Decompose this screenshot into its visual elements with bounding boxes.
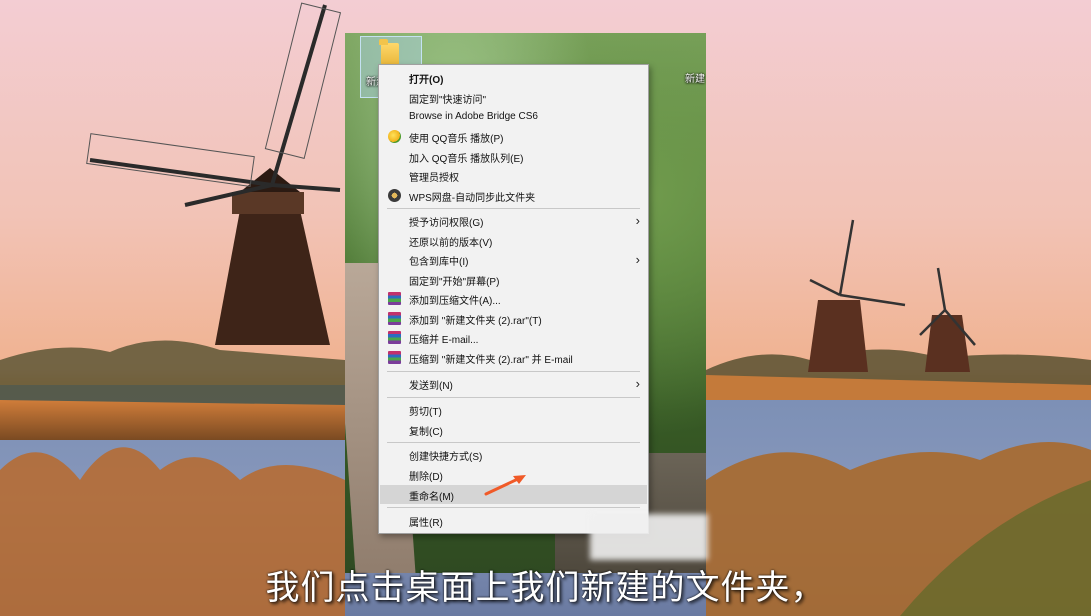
menu-item-label: Browse in Adobe Bridge CS6 bbox=[409, 111, 538, 122]
menu-item-send-to[interactable]: 发送到(N) › bbox=[380, 374, 647, 393]
menu-item-grant-access[interactable]: 授予访问权限(G) › bbox=[380, 211, 647, 230]
menu-item-label: 固定到"快速访问" bbox=[409, 95, 487, 106]
pointer-arrow-icon bbox=[484, 475, 526, 496]
menu-item-open[interactable]: 打开(O) bbox=[380, 68, 647, 87]
menu-item-pin-start[interactable]: 固定到"开始"屏幕(P) bbox=[380, 270, 647, 289]
menu-separator bbox=[387, 371, 640, 372]
menu-item-compress-rar-email[interactable]: 压缩到 "新建文件夹 (2).rar" 并 E-mail bbox=[380, 348, 647, 367]
blurred-watermark bbox=[590, 514, 708, 560]
menu-item-compress-email[interactable]: 压缩并 E-mail... bbox=[380, 328, 647, 347]
menu-item-pin-quick-access[interactable]: 固定到"快速访问" bbox=[380, 88, 647, 107]
menu-item-label: 管理员授权 bbox=[409, 173, 459, 184]
winrar-icon bbox=[388, 331, 401, 344]
menu-item-label: 授予访问权限(G) bbox=[409, 218, 484, 229]
menu-item-admin-authorize[interactable]: 管理员授权 bbox=[380, 166, 647, 185]
winrar-icon bbox=[388, 292, 401, 305]
menu-separator bbox=[387, 208, 640, 209]
menu-item-adobe-bridge[interactable]: Browse in Adobe Bridge CS6 bbox=[380, 108, 647, 127]
menu-separator bbox=[387, 442, 640, 443]
chevron-right-icon: › bbox=[635, 213, 640, 228]
menu-item-add-archive[interactable]: 添加到压缩文件(A)... bbox=[380, 289, 647, 308]
chevron-right-icon: › bbox=[635, 376, 640, 391]
menu-item-wps-sync[interactable]: WPS网盘-自动同步此文件夹 bbox=[380, 186, 647, 205]
menu-item-label: 属性(R) bbox=[409, 518, 443, 529]
menu-item-label: 压缩并 E-mail... bbox=[409, 335, 479, 346]
menu-item-label: 剪切(T) bbox=[409, 407, 442, 418]
menu-item-label: 添加到 "新建文件夹 (2).rar"(T) bbox=[409, 316, 542, 327]
video-subtitle: 我们点击桌面上我们新建的文件夹， bbox=[265, 568, 826, 608]
menu-item-label: 压缩到 "新建文件夹 (2).rar" 并 E-mail bbox=[409, 355, 573, 366]
menu-item-create-shortcut[interactable]: 创建快捷方式(S) bbox=[380, 445, 647, 464]
menu-separator bbox=[387, 397, 640, 398]
qq-music-icon bbox=[388, 130, 401, 143]
menu-item-qq-music-play[interactable]: 使用 QQ音乐 播放(P) bbox=[380, 127, 647, 146]
context-menu: 打开(O) 固定到"快速访问" Browse in Adobe Bridge C… bbox=[378, 64, 649, 534]
menu-item-label: 创建快捷方式(S) bbox=[409, 452, 483, 463]
menu-item-restore-versions[interactable]: 还原以前的版本(V) bbox=[380, 231, 647, 250]
menu-item-cut[interactable]: 剪切(T) bbox=[380, 400, 647, 419]
menu-item-label: 重命名(M) bbox=[409, 492, 454, 503]
chevron-right-icon: › bbox=[635, 252, 640, 267]
menu-item-label: 复制(C) bbox=[409, 427, 443, 438]
folder-label: 新建 bbox=[685, 74, 705, 85]
menu-item-copy[interactable]: 复制(C) bbox=[380, 420, 647, 439]
menu-item-add-to-rar[interactable]: 添加到 "新建文件夹 (2).rar"(T) bbox=[380, 309, 647, 328]
winrar-icon bbox=[388, 351, 401, 364]
wps-cloud-icon bbox=[388, 189, 401, 202]
menu-item-qq-music-queue[interactable]: 加入 QQ音乐 播放队列(E) bbox=[380, 147, 647, 166]
menu-item-label: 删除(D) bbox=[409, 472, 443, 483]
menu-item-include-library[interactable]: 包含到库中(I) › bbox=[380, 250, 647, 269]
folder-icon bbox=[379, 39, 399, 65]
menu-item-label: 加入 QQ音乐 播放队列(E) bbox=[409, 154, 524, 165]
menu-item-label: 还原以前的版本(V) bbox=[409, 238, 493, 249]
winrar-icon bbox=[388, 312, 401, 325]
menu-separator bbox=[387, 507, 640, 508]
menu-item-label: 打开(O) bbox=[409, 75, 444, 86]
menu-item-label: 包含到库中(I) bbox=[409, 257, 469, 268]
menu-item-label: 使用 QQ音乐 播放(P) bbox=[409, 134, 504, 145]
menu-item-label: WPS网盘-自动同步此文件夹 bbox=[409, 193, 536, 204]
menu-item-label: 固定到"开始"屏幕(P) bbox=[409, 277, 500, 288]
menu-item-label: 添加到压缩文件(A)... bbox=[409, 296, 501, 307]
menu-item-label: 发送到(N) bbox=[409, 381, 453, 392]
